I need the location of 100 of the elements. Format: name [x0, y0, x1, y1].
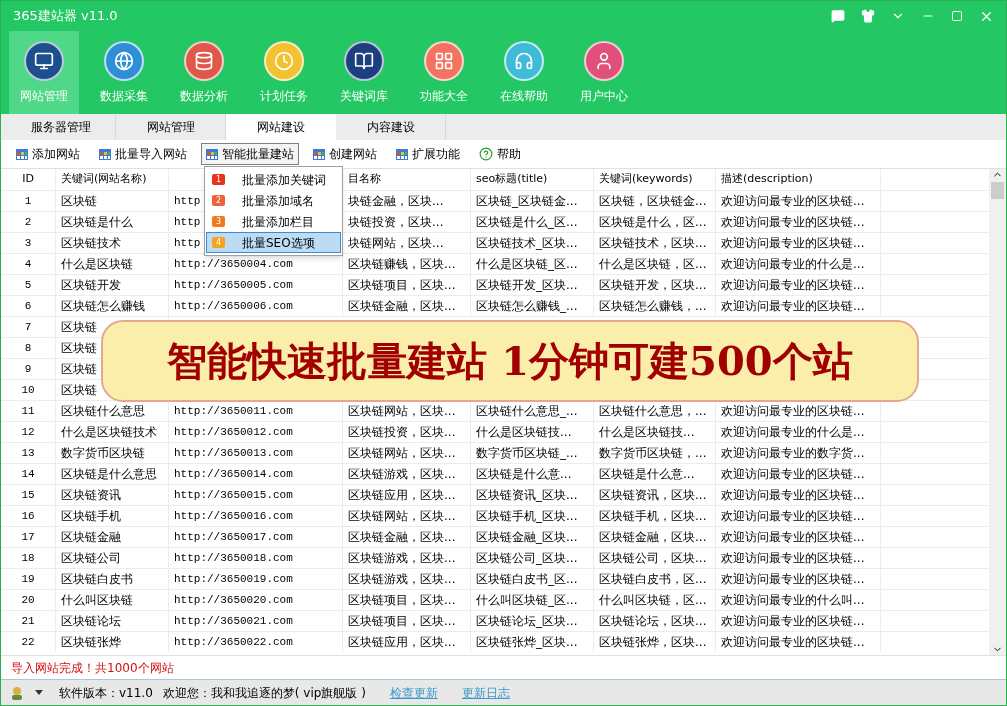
table-cell-text: 区块链金融，区块...	[348, 298, 456, 315]
grid-icon	[206, 148, 218, 160]
table-cell-text: 16	[21, 508, 35, 524]
table-cell-text: 什么叫区块链，区...	[599, 592, 707, 609]
table-cell-text: 区块链	[61, 382, 97, 399]
table-cell-text: 17	[21, 529, 35, 545]
table-cell-text: 区块链张烨_区块...	[476, 634, 578, 651]
toolbar-button[interactable]: 扩展功能	[391, 143, 465, 165]
toolbar-button[interactable]: 创建网站	[308, 143, 382, 165]
grid-icon	[16, 148, 28, 160]
avatar-icon[interactable]	[9, 684, 25, 701]
column-header[interactable]: ID	[22, 171, 34, 188]
column-header[interactable]: 关键词(keywords)	[599, 171, 693, 188]
table-cell-text: 6	[24, 298, 32, 314]
table-cell-text: 4	[24, 256, 32, 272]
table-cell-text: 区块链项目，区块...	[348, 613, 456, 630]
table-cell-text: 数字货币区块链_...	[476, 445, 578, 462]
table-cell-text: 区块链_区块链金...	[476, 193, 578, 210]
scroll-thumb[interactable]	[991, 182, 1004, 199]
caret-icon[interactable]	[35, 690, 43, 695]
table-cell-text: http://3650015.com	[174, 487, 293, 503]
menu-item[interactable]: 4 批量SEO选项	[206, 232, 341, 253]
table-cell-text: http://3650016.com	[174, 508, 293, 524]
column-header[interactable]: seo标题(title)	[476, 171, 548, 188]
number-badge: 3	[212, 216, 225, 227]
table-cell-text: 区块链白皮书，区...	[599, 571, 707, 588]
table-cell-text: 区块链论坛_区块...	[476, 613, 578, 630]
table-cell-text: 区块链开发_区块...	[476, 277, 578, 294]
table-cell-text: 区块链是什么意思	[61, 466, 157, 483]
table-cell-text: 块链网站，区块...	[348, 235, 444, 252]
toolbar-button[interactable]: 添加网站	[11, 143, 85, 165]
status-message: 导入网站完成！共1000个网站	[11, 659, 174, 677]
table-cell-text: 11	[21, 403, 35, 419]
table-cell-text: 什么是区块链技...	[476, 424, 572, 441]
table-cell-text: 14	[21, 466, 35, 482]
column-header[interactable]: 关键词(网站名称)	[61, 171, 147, 188]
table-cell-text: 区块链项目，区块...	[348, 277, 456, 294]
chat-icon[interactable]	[831, 9, 845, 23]
menu-item[interactable]: 2 批量添加域名	[206, 190, 341, 211]
table-cell-text: http://3650012.com	[174, 424, 293, 440]
table-cell-text: 欢迎访问最专业的区块链...	[721, 634, 865, 651]
table-cell-text: 欢迎访问最专业的区块链...	[721, 298, 865, 315]
table-cell-text: 欢迎访问最专业的区块链...	[721, 193, 865, 210]
grid-icon	[313, 148, 325, 160]
toolbar-button[interactable]: 智能批量建站	[201, 143, 299, 165]
table-cell-text: 区块链金融，区块...	[599, 529, 707, 546]
table-cell-text: 区块链资讯	[61, 487, 121, 504]
table-cell-text: 欢迎访问最专业的区块链...	[721, 235, 865, 252]
table-cell-text: http://3650022.com	[174, 634, 293, 650]
table-cell-text: 区块链，区块链金...	[599, 193, 707, 210]
table-cell-text: 区块链什么意思，...	[599, 403, 707, 420]
table-cell-text: http://3650017.com	[174, 529, 293, 545]
table-cell-text: 区块链应用，区块...	[348, 634, 456, 651]
globe-icon	[104, 40, 144, 81]
database-icon	[184, 40, 224, 81]
menu-item[interactable]: 3 批量添加栏目	[206, 211, 341, 232]
table-cell-text: 区块链	[61, 193, 97, 210]
table-cell-text: 欢迎访问最专业的区块链...	[721, 277, 865, 294]
column-header[interactable]: 目名称	[348, 171, 381, 188]
table-cell-text: 欢迎访问最专业的区块链...	[721, 529, 865, 546]
table-cell-text: 区块链赚钱，区块...	[348, 256, 456, 273]
table-cell-text: 区块链开发	[61, 277, 121, 294]
table-cell-text: 区块链游戏，区块...	[348, 466, 456, 483]
table-cell-text: 区块链开发，区块...	[599, 277, 707, 294]
table-cell-text: 欢迎访问最专业的区块链...	[721, 571, 865, 588]
table-cell-text: 21	[21, 613, 35, 629]
table-cell-text: 区块链张烨，区块...	[599, 634, 707, 651]
table-cell-text: 什么是区块链技...	[599, 424, 695, 441]
table-cell-text: 区块链是什么	[61, 214, 133, 231]
table-cell-text: http://3650018.com	[174, 550, 293, 566]
table-cell-text: 19	[21, 571, 35, 587]
shirt-icon[interactable]	[861, 9, 875, 23]
promo-banner: 智能快速批量建站 1分钟可建500个站	[101, 320, 919, 402]
table-cell-text: http://3650005.com	[174, 277, 293, 293]
table-cell-text: http://3650013.com	[174, 445, 293, 461]
book-icon	[344, 40, 384, 81]
table-cell-text: 9	[24, 361, 32, 377]
grid-icon	[99, 148, 111, 160]
maximize-icon[interactable]	[951, 10, 963, 22]
column-header[interactable]: 描述(description)	[721, 171, 813, 188]
table-cell-text: 区块链金融_区块...	[476, 529, 578, 546]
table-cell-text: 区块链什么意思_...	[476, 403, 578, 420]
help-icon	[479, 147, 493, 161]
table-cell-text: 区块链是什么意...	[599, 466, 695, 483]
tab[interactable]: 网站建设	[226, 114, 336, 140]
table-cell-text: 欢迎访问最专业的什么是...	[721, 256, 865, 273]
grid-icon	[424, 40, 464, 81]
table-cell-text: 什么叫区块链_区...	[476, 592, 578, 609]
table-cell-text: 区块链技术_区块...	[476, 235, 578, 252]
table-cell-text: 区块链是什么意...	[476, 466, 572, 483]
menu-item[interactable]: 1 批量添加关键词	[206, 169, 341, 190]
scrollbar[interactable]	[989, 169, 1006, 655]
table-cell-text: 什么是区块链技术	[61, 424, 157, 441]
table-cell-text: 3	[24, 235, 32, 251]
table-cell-text: 区块链	[61, 319, 97, 336]
table-cell-text: 区块链手机	[61, 508, 121, 525]
table-cell-text: 区块链白皮书_区...	[476, 571, 578, 588]
window-title: 365建站器 v11.0	[13, 7, 118, 26]
toolbar-button[interactable]: 帮助	[474, 143, 526, 165]
toolbar-button[interactable]: 批量导入网站	[94, 143, 192, 165]
